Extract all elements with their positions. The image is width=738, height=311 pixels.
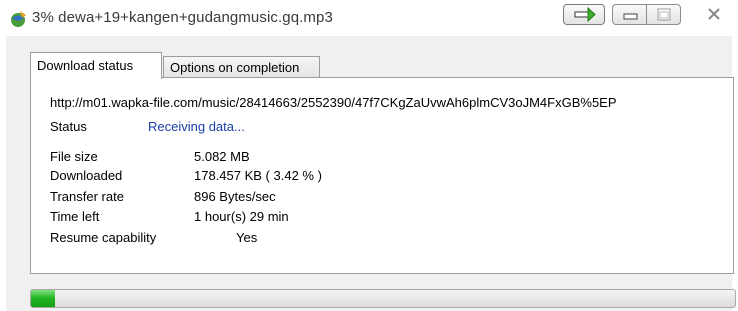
title-bar: 3% dewa+19+kangen+gudangmusic.gq.mp3: [0, 0, 738, 36]
file-size-value: 5.082 MB: [194, 149, 250, 164]
close-icon: [708, 8, 720, 20]
transfer-rate-label: Transfer rate: [50, 189, 124, 204]
download-progress-bar: [30, 289, 736, 308]
resume-capability-value: Yes: [236, 230, 258, 245]
window-title: 3% dewa+19+kangen+gudangmusic.gq.mp3: [32, 9, 333, 26]
file-size-label: File size: [50, 149, 98, 164]
minimize-button[interactable]: [612, 4, 647, 25]
tab-options-on-completion[interactable]: Options on completion: [163, 56, 320, 78]
maximize-button[interactable]: [646, 4, 681, 25]
download-url: http://m01.wapka-file.com/music/28414663…: [50, 95, 617, 110]
maximize-icon: [657, 8, 671, 21]
transfer-rate-value: 896 Bytes/sec: [194, 189, 276, 204]
download-globe-icon: [11, 11, 26, 27]
arrow-button[interactable]: [563, 4, 605, 25]
minimize-icon: [623, 13, 638, 20]
resume-capability-label: Resume capability: [50, 230, 157, 245]
progress-fill: [31, 290, 56, 307]
time-left-value: 1 hour(s) 29 min: [194, 209, 289, 224]
time-left-label: Time left: [50, 209, 100, 224]
arrow-right-icon: [574, 6, 596, 23]
downloaded-value: 178.457 KB ( 3.42 % ): [194, 168, 322, 183]
status-value: Receiving data...: [148, 119, 245, 134]
downloaded-label: Downloaded: [50, 168, 123, 183]
status-label: Status: [50, 119, 87, 134]
close-button[interactable]: [694, 4, 734, 25]
tab-download-status[interactable]: Download status: [30, 52, 162, 79]
